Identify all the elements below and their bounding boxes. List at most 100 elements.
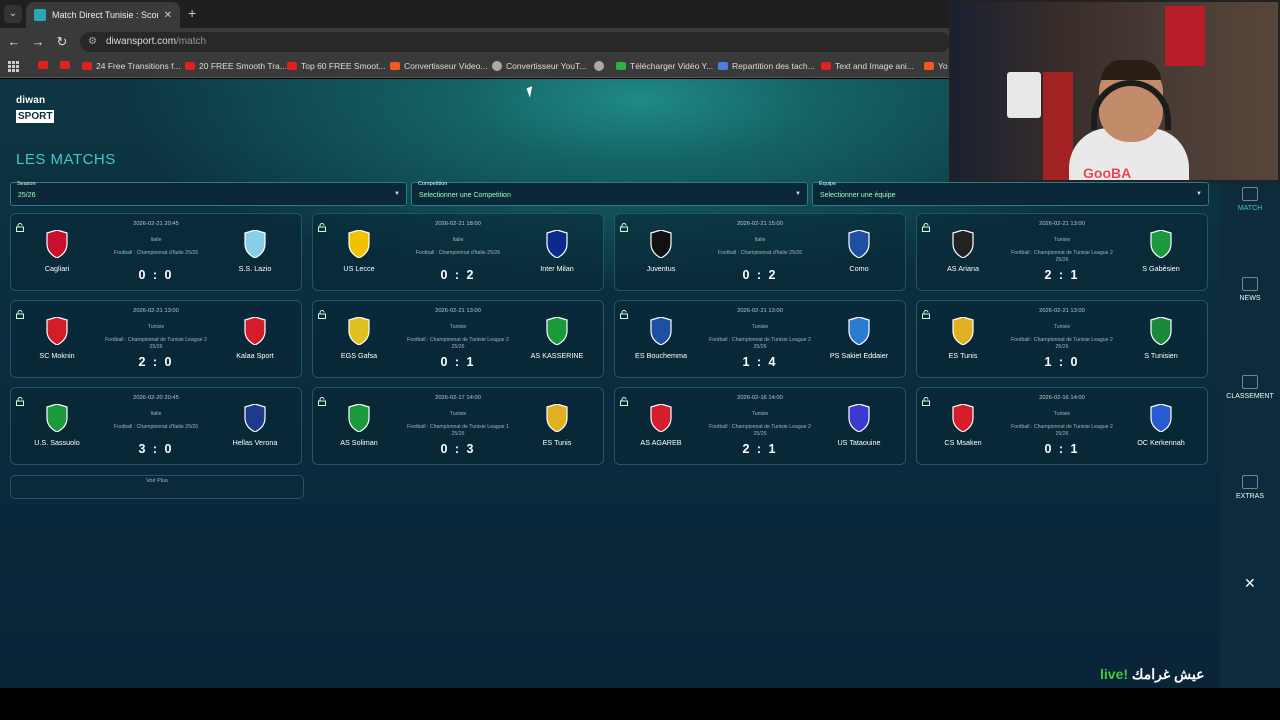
team-crest-icon (346, 317, 372, 345)
away-team[interactable]: S.S. Lazio (215, 230, 295, 273)
team-crest-icon (950, 317, 976, 345)
team-crest-icon (44, 230, 70, 258)
home-team[interactable]: EGS Gafsa (319, 317, 399, 360)
match-card[interactable]: 2026-02-21 20:45 Italie Football : Champio… (10, 213, 302, 291)
match-date: 2026-02-21 18:00 (435, 221, 481, 227)
bookmark-item[interactable]: Convertisseur Video... (390, 61, 487, 71)
sidebar-label: NEWS (1239, 295, 1261, 302)
sidebar-item-extras[interactable]: EXTRAS (1220, 475, 1280, 500)
match-card[interactable]: 2026-02-21 13:00 Tunisie Football : Champi… (312, 300, 604, 378)
away-team[interactable]: US Tataouine (819, 404, 899, 447)
new-tab-button[interactable]: + (188, 5, 196, 21)
match-score: 2 : 1 (1044, 268, 1080, 282)
filter-value: Selectionner une Competition (419, 192, 511, 199)
match-card[interactable]: 2026-02-21 13:00 Tunisie Football : Champi… (10, 300, 302, 378)
sidebar-item-news[interactable]: NEWS (1220, 277, 1280, 302)
home-team[interactable]: ES Tunis (923, 317, 1003, 360)
match-competition: Football : Championnat de Tunisie League… (1011, 250, 1113, 263)
away-team[interactable]: ES Tunis (517, 404, 597, 447)
webcam-person-hair (1101, 60, 1161, 80)
home-team[interactable]: AS Soliman (319, 404, 399, 447)
match-competition: Football : Championnat de Tunisie League… (407, 424, 509, 437)
away-team[interactable]: AS KASSERINE (517, 317, 597, 360)
browser-tab[interactable]: Match Direct Tunisie : Scores et ✕ (26, 2, 180, 28)
bookmark-item[interactable]: Top 60 FREE Smoot... (287, 61, 386, 71)
bookmark-item[interactable] (38, 61, 48, 69)
match-competition: Football : Championnat d'Italie 25/26 (113, 424, 199, 430)
match-card[interactable]: 2026-02-17 14:00 Tunisie Football : Champi… (312, 387, 604, 465)
bookmark-item[interactable] (60, 61, 70, 69)
bookmark-item[interactable]: Télécharger Vidéo Y... (616, 61, 713, 71)
tab-search-button[interactable]: ⌄ (4, 5, 22, 23)
bookmark-item[interactable]: Yo (924, 61, 948, 71)
team-crest-icon (544, 404, 570, 432)
away-team[interactable]: Kalaa Sport (215, 317, 295, 360)
home-team[interactable]: SC Moknin (17, 317, 97, 360)
home-team[interactable]: ES Bouchemma (621, 317, 701, 360)
team-select[interactable]: Équipe Selectionner une équipe ▼ (812, 181, 1209, 206)
team-crest-icon (1148, 404, 1174, 432)
match-card[interactable]: 2026-02-16 14:00 Tunisie Football : Champi… (614, 387, 906, 465)
match-competition: Football : Championnat de Tunisie League… (709, 424, 811, 437)
team-crest-icon (846, 317, 872, 345)
home-team[interactable]: Juventus (621, 230, 701, 273)
match-card[interactable]: 2026-02-21 15:00 Italie Football : Champio… (614, 213, 906, 291)
youtube-icon (821, 62, 831, 70)
season-select[interactable]: Season 25/26 ▼ (10, 181, 407, 206)
reload-icon[interactable]: ↻ (54, 34, 70, 50)
home-team[interactable]: U.S. Sassuolo (17, 404, 97, 447)
home-team[interactable]: AS Ariana (923, 230, 1003, 273)
team-crest-icon (648, 230, 674, 258)
globe-icon (594, 61, 604, 71)
match-card[interactable]: 2026-02-21 13:00 Tunisie Football : Champi… (916, 213, 1208, 291)
match-competition: Football : Championnat de Tunisie League… (1011, 424, 1113, 437)
match-date: 2026-02-16 14:00 (1039, 395, 1085, 401)
match-card[interactable]: 2026-02-21 13:00 Tunisie Football : Champi… (916, 300, 1208, 378)
bookmark-item[interactable]: Convertisseur YouT... (492, 61, 586, 71)
close-tab-icon[interactable]: ✕ (164, 10, 172, 21)
match-card[interactable]: 2026-02-16 14:00 Tunisie Football : Champi… (916, 387, 1208, 465)
apps-grid-icon[interactable] (8, 61, 19, 72)
home-team[interactable]: Cagliari (17, 230, 97, 273)
match-card[interactable]: 2026-02-21 13:00 Tunisie Football : Champi… (614, 300, 906, 378)
forward-icon[interactable]: → (30, 34, 46, 49)
home-team[interactable]: CS Msaken (923, 404, 1003, 447)
away-team[interactable]: OC Kerkennah (1121, 404, 1201, 447)
bookmark-item[interactable] (594, 61, 604, 71)
site-info-icon[interactable]: ⚙ (88, 32, 97, 52)
match-score: 0 : 1 (1044, 442, 1080, 456)
sidebar-label: MATCH (1237, 205, 1263, 212)
away-team[interactable]: S Tunisien (1121, 317, 1201, 360)
away-team[interactable]: PS Sakiet Eddaier (819, 317, 899, 360)
bookmark-item[interactable]: 24 Free Transitions f... (82, 61, 181, 71)
competition-select[interactable]: Competition Selectionner une Competition… (411, 181, 808, 206)
match-competition: Football : Championnat de Tunisie League… (105, 337, 207, 350)
home-team[interactable]: US Lecce (319, 230, 399, 273)
bookmark-item[interactable]: Text and Image ani... (821, 61, 914, 71)
diwan-sport-logo[interactable]: diwan SPORT (16, 95, 56, 124)
team-crest-icon (242, 230, 268, 258)
chevron-down-icon: ▼ (795, 191, 801, 197)
webcam-overlay: GooBA (949, 0, 1280, 182)
home-team[interactable]: AS AGAREB (621, 404, 701, 447)
sidebar-item-classement[interactable]: CLASSEMENT (1220, 375, 1280, 400)
address-bar[interactable]: ⚙ diwansport.com/match (80, 32, 950, 52)
back-icon[interactable]: ← (6, 34, 22, 49)
team-crest-icon (648, 404, 674, 432)
match-card[interactable]: 2026-02-20 20:45 Italie Football : Champio… (10, 387, 302, 465)
match-card[interactable]: 2026-02-21 18:00 Italie Football : Champio… (312, 213, 604, 291)
close-icon[interactable]: ✕ (1244, 575, 1256, 592)
bookmark-item[interactable]: Repartition des tach... (718, 61, 815, 71)
voir-plus-button[interactable]: Voir Plus (10, 475, 304, 499)
sidebar-item-match[interactable]: MATCH (1220, 187, 1280, 212)
bookmark-item[interactable]: 20 FREE Smooth Tra... (185, 61, 287, 71)
away-team[interactable]: Hellas Verona (215, 404, 295, 447)
team-crest-icon (44, 317, 70, 345)
match-competition: Football : Championnat de Tunisie League… (709, 337, 811, 350)
away-team[interactable]: Inter Milan (517, 230, 597, 273)
logo-text: diwan (16, 95, 46, 106)
extras-icon (1242, 475, 1258, 489)
away-team[interactable]: Como (819, 230, 899, 273)
filter-label: Équipe (819, 181, 837, 187)
away-team[interactable]: S Gabèsien (1121, 230, 1201, 273)
